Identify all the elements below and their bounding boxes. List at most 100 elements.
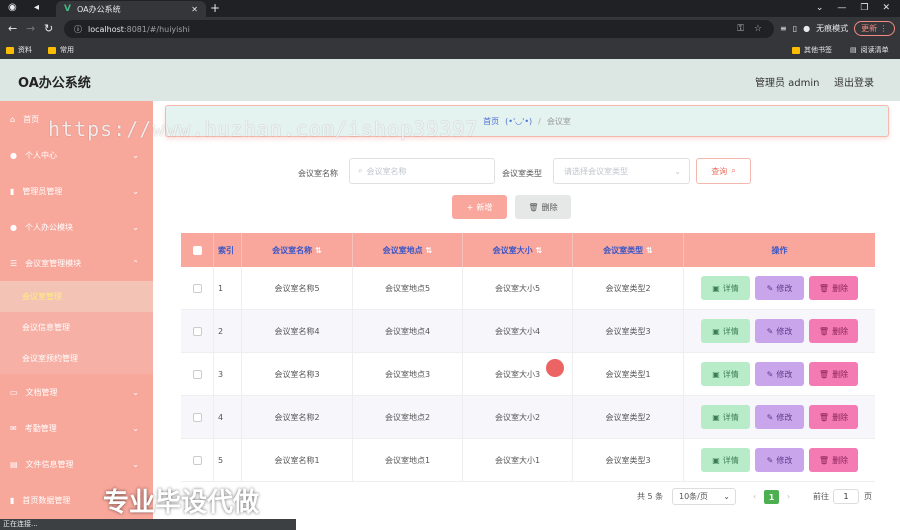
type-label: 会议室类型: [502, 169, 542, 178]
sort-icon[interactable]: ⇅: [536, 246, 543, 255]
detail-icon: ▣: [712, 283, 720, 293]
detail-icon: ▣: [712, 412, 720, 422]
key-icon[interactable]: ⚿: [737, 20, 744, 38]
table-cell: 会议室名称3: [242, 353, 353, 395]
select-all-checkbox[interactable]: [192, 245, 202, 255]
sidepanel-icon[interactable]: ▯: [793, 24, 797, 33]
goto-page-input[interactable]: 1: [833, 489, 859, 504]
tab-search-icon[interactable]: ⌄: [816, 0, 824, 16]
table-header: 索引 会议室名称 ⇅ 会议室地点 ⇅ 会议室大小 ⇅ 会议室类型 ⇅ 操作: [181, 233, 875, 267]
url-field[interactable]: ⓘ localhost :8081/#/huiyishi ⚿ ☆: [64, 20, 774, 38]
close-tab-icon[interactable]: ✕: [191, 5, 198, 14]
name-label: 会议室名称: [298, 169, 338, 178]
row-checkbox[interactable]: [192, 455, 202, 465]
restore-icon[interactable]: ❐: [860, 0, 868, 16]
browser-tab-bar: ◉ ◂ V OA办公系统 ✕ + ⌄ — ❐ ✕: [0, 0, 900, 17]
delete-button[interactable]: 🗑 删除: [809, 276, 858, 300]
query-button[interactable]: 查询 ⌕: [696, 158, 751, 184]
sidebar-item-profile[interactable]: ● 个人中心 ⌄: [0, 137, 153, 173]
detail-button[interactable]: ▣ 详情: [701, 276, 750, 300]
delete-button[interactable]: 🗑 删除: [809, 319, 858, 343]
sort-icon[interactable]: ⇅: [426, 246, 433, 255]
sort-icon[interactable]: ⇅: [315, 246, 322, 255]
row-checkbox[interactable]: [192, 326, 202, 336]
incognito-icon: ●: [803, 24, 811, 33]
table-row: 4 会议室名称2 会议室地点2 会议室大小2 会议室类型2 ▣ 详情 ✎ 修改 🗑 删除: [181, 396, 875, 439]
detail-button[interactable]: ▣ 详情: [701, 319, 750, 343]
prev-page-icon[interactable]: ‹: [753, 492, 756, 501]
submenu-meeting-room[interactable]: 会议室管理: [0, 281, 153, 312]
col-location[interactable]: 会议室地点 ⇅: [353, 233, 463, 267]
row-checkbox[interactable]: [192, 283, 202, 293]
sidebar-item-files[interactable]: ▤ 文件信息管理 ⌄: [0, 446, 153, 482]
breadcrumb-emoji: (•'◡'•): [505, 116, 533, 126]
browser-tab[interactable]: V OA办公系统 ✕: [56, 1, 206, 17]
edit-icon: ✎: [766, 369, 774, 379]
table-cell: 会议室地点1: [353, 439, 463, 481]
list-icon: ☰: [10, 258, 18, 268]
reading-mode-icon[interactable]: ≡: [780, 24, 787, 33]
sidebar-item-docs[interactable]: ▭ 文档管理 ⌄: [0, 374, 153, 410]
sidebar-item-office[interactable]: ● 个人办公模块 ⌄: [0, 209, 153, 245]
sidebar-item-admin[interactable]: ▮ 管理员管理 ⌄: [0, 173, 153, 209]
breadcrumb-home[interactable]: 首页: [483, 116, 499, 127]
reload-icon[interactable]: ↻: [44, 22, 53, 36]
bookmark-folder-0[interactable]: 资料: [6, 45, 32, 55]
tab-scroll-icon[interactable]: ◂: [34, 1, 39, 15]
new-tab-icon[interactable]: +: [210, 1, 220, 15]
detail-button[interactable]: ▣ 详情: [701, 362, 750, 386]
delete-button[interactable]: 🗑 删除: [809, 405, 858, 429]
detail-button[interactable]: ▣ 详情: [701, 448, 750, 472]
page-size-select[interactable]: 10条/页 ⌄: [672, 488, 736, 505]
meeting-room-table: 索引 会议室名称 ⇅ 会议室地点 ⇅ 会议室大小 ⇅ 会议室类型 ⇅ 操作 1 会议室名称…: [181, 233, 875, 482]
edit-button[interactable]: ✎ 修改: [755, 362, 804, 386]
folder-icon: [48, 46, 56, 54]
close-window-icon[interactable]: ✕: [882, 0, 890, 16]
update-button[interactable]: 更新 ⋮: [854, 21, 895, 36]
table-cell: 会议室名称5: [242, 267, 353, 309]
name-search-input[interactable]: ⌕ 会议室名称: [349, 158, 495, 184]
edit-button[interactable]: ✎ 修改: [755, 276, 804, 300]
col-type[interactable]: 会议室类型 ⇅: [573, 233, 684, 267]
page-unit: 页: [864, 492, 872, 501]
back-icon[interactable]: ←: [8, 22, 17, 36]
edit-icon: ✎: [766, 326, 774, 336]
table-cell: 2: [214, 310, 242, 352]
breadcrumb-current: 会议室: [546, 116, 571, 126]
info-icon[interactable]: ⓘ: [74, 24, 82, 35]
sort-icon[interactable]: ⇅: [646, 246, 653, 255]
next-page-icon[interactable]: ›: [787, 492, 790, 501]
row-checkbox[interactable]: [192, 369, 202, 379]
table-cell: 会议室地点2: [353, 396, 463, 438]
submenu-meeting-booking[interactable]: 会议室预约管理: [0, 343, 153, 374]
trash-icon: 🗑: [528, 202, 539, 212]
submenu-meeting-info[interactable]: 会议信息管理: [0, 312, 153, 343]
logout-link[interactable]: 退出登录: [834, 74, 874, 89]
row-checkbox[interactable]: [192, 412, 202, 422]
reading-list[interactable]: ▤ 阅读清单: [850, 45, 889, 55]
plus-icon: +: [466, 202, 474, 212]
bookmark-folder-1[interactable]: 常用: [48, 45, 74, 55]
other-bookmarks[interactable]: 其他书签: [792, 45, 832, 55]
detail-button[interactable]: ▣ 详情: [701, 405, 750, 429]
sidebar-item-meeting-module[interactable]: ☰ 会议室管理模块 ⌃: [0, 245, 153, 281]
sidebar-item-attendance[interactable]: ✉ 考勤管理 ⌄: [0, 410, 153, 446]
edit-button[interactable]: ✎ 修改: [755, 448, 804, 472]
batch-delete-button[interactable]: 🗑 删除: [515, 195, 571, 219]
delete-button[interactable]: 🗑 删除: [809, 362, 858, 386]
col-name[interactable]: 会议室名称 ⇅: [242, 233, 353, 267]
add-button[interactable]: + 新增: [452, 195, 507, 219]
edit-button[interactable]: ✎ 修改: [755, 405, 804, 429]
forward-icon[interactable]: →: [26, 22, 35, 36]
col-index: 索引: [214, 233, 242, 267]
page-number-current[interactable]: 1: [764, 490, 779, 504]
type-select[interactable]: 请选择会议室类型 ⌄: [553, 158, 690, 184]
browser-menu-icon[interactable]: ◉: [8, 1, 17, 15]
bookmark-star-icon[interactable]: ☆: [754, 20, 762, 38]
trash-icon: 🗑: [818, 412, 830, 422]
minimize-icon[interactable]: —: [837, 0, 846, 16]
col-size[interactable]: 会议室大小 ⇅: [463, 233, 573, 267]
edit-button[interactable]: ✎ 修改: [755, 319, 804, 343]
delete-button[interactable]: 🗑 删除: [809, 448, 858, 472]
breadcrumb-separator: /: [538, 116, 541, 126]
